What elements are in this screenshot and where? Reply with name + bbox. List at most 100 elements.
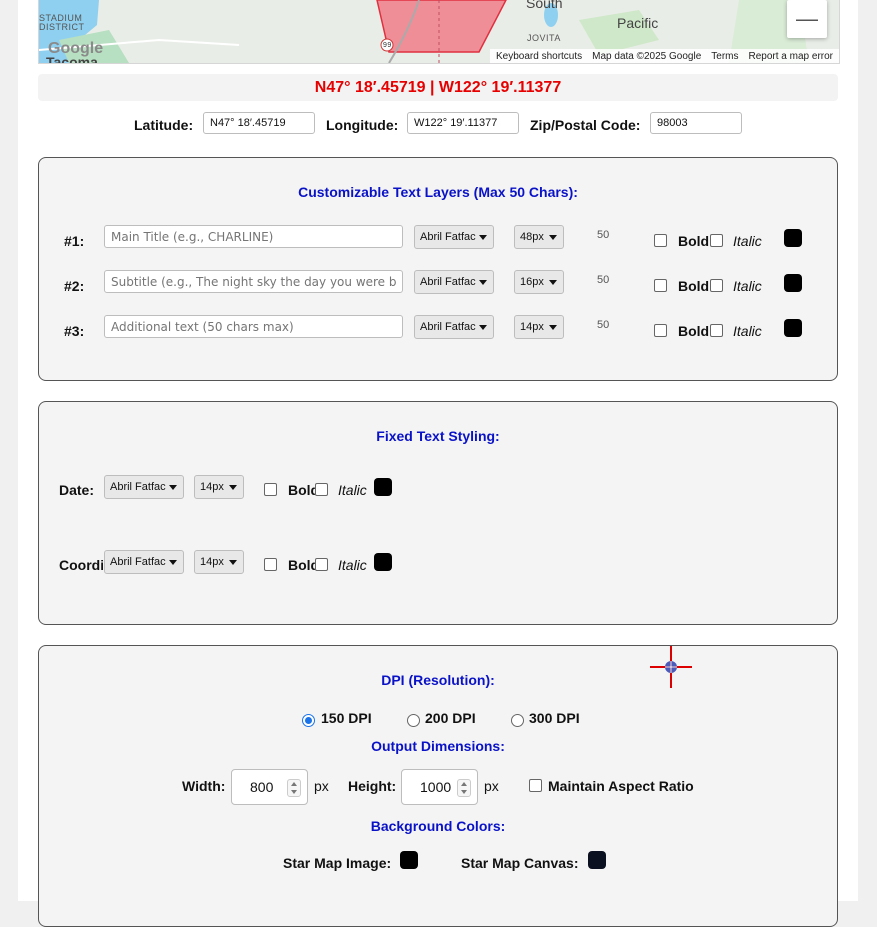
map-view[interactable]: STADIUM DISTRICT South Pacific JOVITA 99… — [38, 0, 840, 64]
chevron-down-icon — [549, 280, 557, 285]
coordinates-italic-label: Italic — [338, 557, 367, 573]
date-font-select[interactable]: Abril Fatfac — [104, 475, 184, 499]
background-colors-title: Background Colors: — [370, 818, 506, 834]
layer-1-label: #1: — [64, 233, 85, 249]
coordinates-font-select[interactable]: Abril Fatfac — [104, 550, 184, 574]
height-spinner-icon[interactable] — [457, 779, 471, 797]
coordinates-size-select[interactable]: 14px — [194, 550, 244, 574]
output-panel: DPI (Resolution): 150 DPI 200 DPI 300 DP… — [38, 645, 838, 927]
map-attribution: Keyboard shortcuts Map data ©2025 Google… — [489, 49, 839, 63]
date-bold-checkbox[interactable] — [264, 483, 277, 496]
layer-2-text-input[interactable] — [104, 270, 403, 293]
layer-2-size-select[interactable]: 16px — [514, 270, 564, 294]
width-input[interactable]: 800 — [231, 769, 308, 805]
layer-3-italic-checkbox[interactable] — [710, 324, 723, 337]
star-map-canvas-label: Star Map Canvas: — [461, 855, 579, 871]
layer-3-font-select[interactable]: Abril Fatfac — [414, 315, 494, 339]
map-label-jovita: JOVITA — [527, 33, 561, 43]
coordinates-bold-checkbox[interactable] — [264, 558, 277, 571]
crosshair-cursor-icon — [650, 646, 692, 688]
location-row: Latitude: Longitude: Zip/Postal Code: — [0, 112, 877, 138]
layer-3-label: #3: — [64, 323, 85, 339]
text-layers-title: Customizable Text Layers (Max 50 Chars): — [298, 184, 578, 200]
latitude-label: Latitude: — [134, 117, 194, 133]
coordinates-italic-checkbox[interactable] — [315, 558, 328, 571]
map-label-district: DISTRICT — [39, 22, 85, 32]
star-map-canvas-color-swatch[interactable] — [588, 851, 606, 869]
layer-2-bold-checkbox[interactable] — [654, 279, 667, 292]
chevron-down-icon — [549, 325, 557, 330]
route-99-shield: 99 — [383, 42, 392, 49]
height-input[interactable]: 1000 — [401, 769, 478, 805]
layer-2-bold-label: Bold — [678, 278, 710, 294]
layer-3-font-value: Abril Fatfac — [420, 321, 476, 333]
zip-label: Zip/Postal Code: — [530, 117, 641, 133]
dpi-300-label: 300 DPI — [529, 710, 580, 726]
zoom-out-button[interactable]: — — [787, 0, 827, 38]
longitude-input[interactable] — [407, 112, 519, 134]
chevron-down-icon — [479, 280, 487, 285]
date-bold-label: Bold — [288, 482, 316, 498]
terms-link[interactable]: Terms — [711, 51, 738, 62]
height-label: Height: — [348, 778, 397, 794]
chevron-down-icon — [549, 235, 557, 240]
layer-1-font-select[interactable]: Abril Fatfac — [414, 225, 494, 249]
layer-1-text-input[interactable] — [104, 225, 403, 248]
report-map-error-link[interactable]: Report a map error — [749, 51, 833, 62]
star-map-image-color-swatch[interactable] — [400, 851, 418, 869]
layer-3-size-value: 14px — [520, 321, 544, 333]
coordinates-banner: N47° 18′.45719 | W122° 19′.11377 — [38, 74, 838, 101]
date-size-select[interactable]: 14px — [194, 475, 244, 499]
coordinates-label: Coordinates: — [59, 557, 103, 573]
layer-1-font-value: Abril Fatfac — [420, 231, 476, 243]
layer-3-bold-label: Bold — [678, 323, 710, 339]
height-value: 1000 — [420, 779, 452, 795]
output-dimensions-title: Output Dimensions: — [371, 738, 505, 754]
fixed-text-panel: Fixed Text Styling: Date: Abril Fatfac 1… — [38, 401, 838, 625]
layer-3-bold-checkbox[interactable] — [654, 324, 667, 337]
layer-2-italic-checkbox[interactable] — [710, 279, 723, 292]
layer-1-italic-checkbox[interactable] — [710, 234, 723, 247]
dpi-300-radio[interactable] — [511, 714, 524, 727]
dpi-150-radio[interactable] — [302, 714, 315, 727]
layer-3-char-counter: 50 — [597, 319, 610, 331]
aspect-ratio-label: Maintain Aspect Ratio — [548, 778, 694, 794]
map-data-text: Map data ©2025 Google — [592, 50, 702, 62]
date-color-swatch[interactable] — [374, 478, 392, 496]
width-value: 800 — [250, 779, 274, 795]
layer-1-bold-checkbox[interactable] — [654, 234, 667, 247]
date-font-value: Abril Fatfac — [110, 481, 166, 493]
aspect-ratio-checkbox[interactable] — [529, 779, 542, 792]
latitude-input[interactable] — [203, 112, 315, 134]
coordinates-font-value: Abril Fatfac — [110, 556, 166, 568]
layer-3-text-input[interactable] — [104, 315, 403, 338]
chevron-down-icon — [479, 235, 487, 240]
width-label: Width: — [182, 778, 226, 794]
dpi-200-radio[interactable] — [407, 714, 420, 727]
layer-2-color-swatch[interactable] — [784, 274, 802, 292]
layer-1-size-value: 48px — [520, 231, 544, 243]
layer-3-color-swatch[interactable] — [784, 319, 802, 337]
chevron-down-icon — [169, 485, 177, 490]
layer-1-color-swatch[interactable] — [784, 229, 802, 247]
map-label-tacoma: Tacoma — [46, 54, 98, 64]
layer-2-size-value: 16px — [520, 276, 544, 288]
layer-2-label: #2: — [64, 278, 85, 294]
layer-1-size-select[interactable]: 48px — [514, 225, 564, 249]
keyboard-shortcuts-link[interactable]: Keyboard shortcuts — [496, 51, 582, 62]
dpi-title: DPI (Resolution): — [381, 672, 495, 688]
layer-2-char-counter: 50 — [597, 274, 610, 286]
layer-3-size-select[interactable]: 14px — [514, 315, 564, 339]
layer-2-font-select[interactable]: Abril Fatfac — [414, 270, 494, 294]
text-layers-panel: Customizable Text Layers (Max 50 Chars):… — [38, 157, 838, 381]
zip-input[interactable] — [650, 112, 742, 134]
coordinates-size-value: 14px — [200, 556, 224, 568]
layer-1-bold-label: Bold — [678, 233, 710, 249]
longitude-label: Longitude: — [326, 117, 399, 133]
width-spinner-icon[interactable] — [287, 779, 301, 797]
width-unit: px — [314, 778, 329, 794]
date-italic-label: Italic — [338, 482, 367, 498]
layer-1-italic-label: Italic — [733, 233, 762, 249]
date-italic-checkbox[interactable] — [315, 483, 328, 496]
coordinates-color-swatch[interactable] — [374, 553, 392, 571]
